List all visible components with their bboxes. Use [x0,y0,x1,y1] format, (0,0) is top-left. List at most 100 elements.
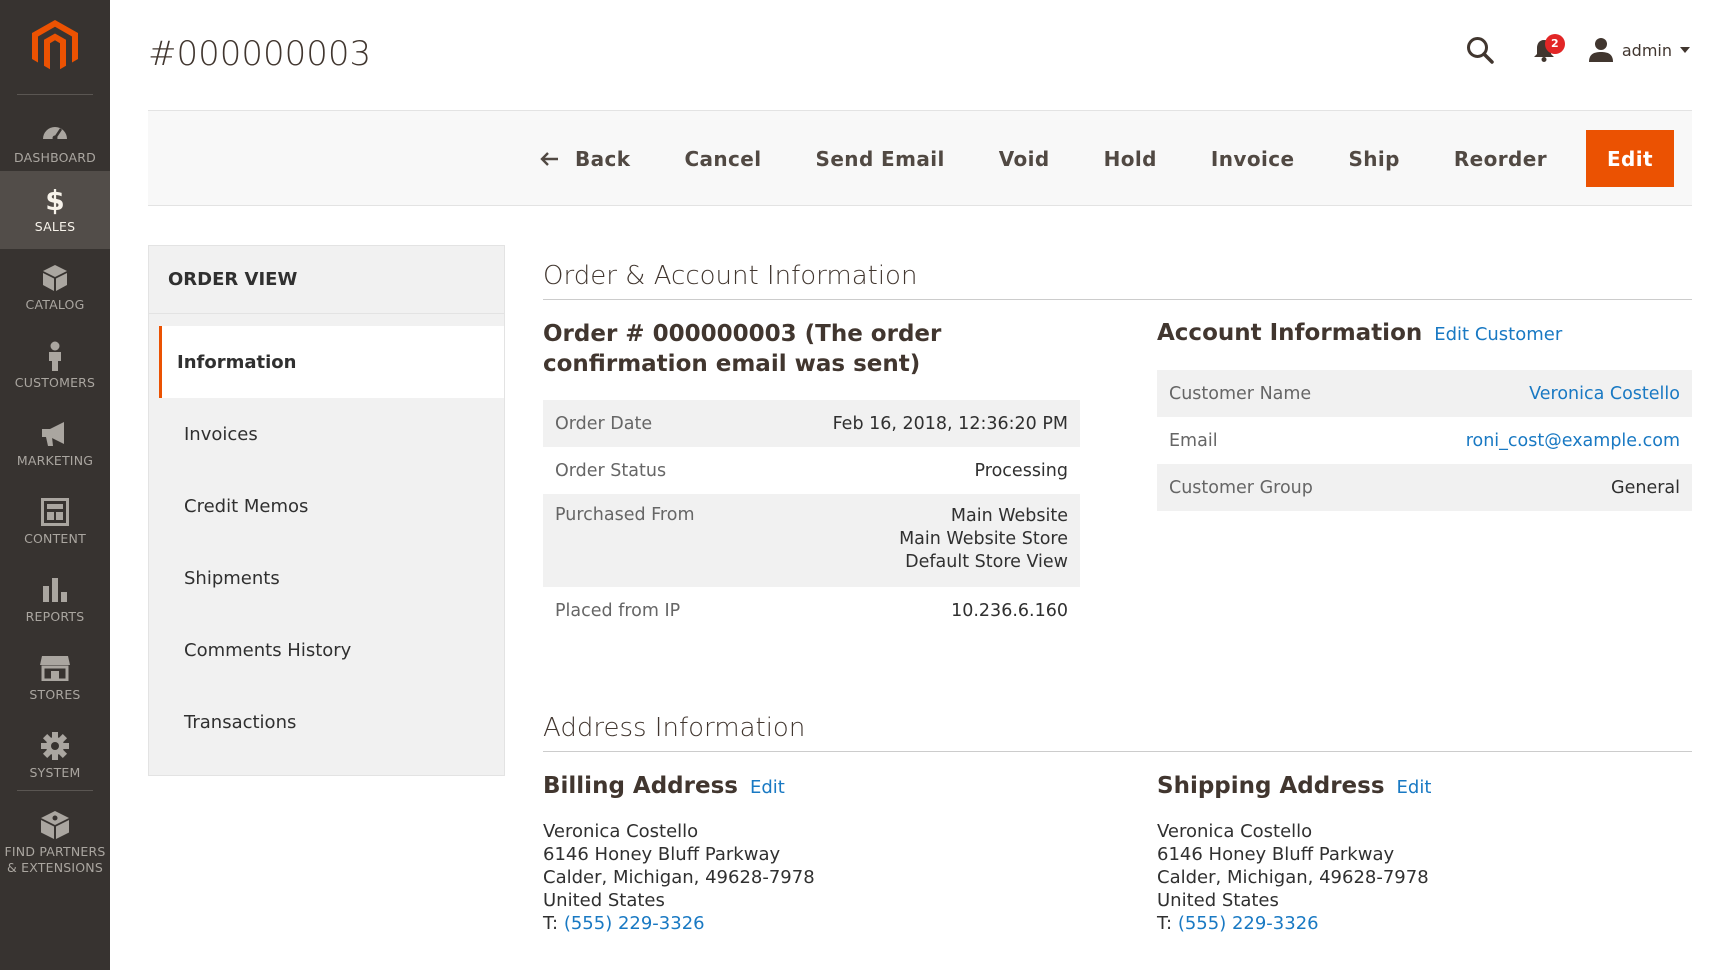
magento-logo-icon [32,20,78,70]
shipping-phone-link[interactable]: (555) 229-3326 [1178,913,1319,934]
storefront-icon [39,653,71,683]
dashboard-icon [40,116,70,146]
order-account-section-title: Order & Account Information [543,261,918,291]
invoice-button[interactable]: Invoice [1184,130,1322,187]
placed-ip-label: Placed from IP [555,600,681,621]
nav-label: CATALOG [25,297,85,312]
customer-group-value: General [1378,464,1692,511]
billing-street: 6146 Honey Bluff Parkway [543,844,781,865]
shipping-street: 6146 Honey Bluff Parkway [1157,844,1395,865]
notifications-button[interactable]: 2 [1524,30,1565,70]
hold-button[interactable]: Hold [1077,130,1184,187]
customer-name-label: Customer Name [1157,370,1379,417]
order-view-tabs: ORDER VIEW Information Invoices Credit M… [148,245,505,776]
purchased-from-store-view: Default Store View [905,552,1068,572]
magento-logo[interactable] [0,0,110,92]
nav-label: DASHBOARD [14,150,96,165]
tab-invoices[interactable]: Invoices [159,398,504,470]
nav-item-sales[interactable]: $ SALES [0,171,110,249]
edit-customer-link[interactable]: Edit Customer [1434,324,1562,345]
billing-address-title: Billing Address [543,773,738,799]
tabs-title: ORDER VIEW [149,246,504,314]
notification-count-badge: 2 [1544,34,1565,54]
edit-billing-address-link[interactable]: Edit [750,777,785,798]
gear-icon [40,731,70,761]
order-status-row: Order Status Processing [543,447,1080,494]
shipping-country: United States [1157,890,1279,911]
nav-label: CUSTOMERS [14,375,96,390]
ship-button[interactable]: Ship [1321,130,1426,187]
edit-order-button[interactable]: Edit [1586,130,1674,187]
order-heading: Order # 000000003 (The order confirmatio… [543,321,942,377]
section-divider [543,751,1692,752]
customer-group-label: Customer Group [1157,464,1379,511]
tab-information[interactable]: Information [159,326,504,398]
shipping-address-title: Shipping Address [1157,773,1385,799]
billing-phone-link[interactable]: (555) 229-3326 [564,913,705,934]
chevron-down-icon [1680,47,1690,53]
nav-item-customers[interactable]: CUSTOMERS [0,327,110,405]
nav-label: SYSTEM [29,765,81,780]
send-email-button[interactable]: Send Email [789,130,972,187]
nav-label: REPORTS [25,609,85,624]
user-menu[interactable]: admin [1588,37,1690,63]
shipping-address: Veronica Costello 6146 Honey Bluff Parkw… [1157,820,1429,935]
nav-item-reports[interactable]: REPORTS [0,561,110,639]
search-icon[interactable] [1460,30,1500,70]
action-buttons: Back Cancel Send Email Void Hold Invoice… [539,130,1674,187]
dollar-icon: $ [45,183,65,217]
customer-name-link[interactable]: Veronica Costello [1529,384,1680,404]
nav-item-find-partners[interactable]: FIND PARTNERS & EXTENSIONS [0,798,110,888]
admin-sidebar: DASHBOARD $ SALES CATALOG CUSTOMERS MARK… [0,0,110,970]
arrow-left-icon [539,151,559,167]
order-status-label: Order Status [555,460,667,481]
void-button[interactable]: Void [972,130,1077,187]
nav-label: STORES [29,687,81,702]
shipping-phone-prefix: T: [1157,913,1173,934]
bar-chart-icon [41,575,69,605]
tab-credit-memos[interactable]: Credit Memos [159,470,504,542]
shipping-address-heading: Shipping Address Edit [1157,773,1431,799]
order-date-label: Order Date [543,400,751,447]
tab-comments-history[interactable]: Comments History [159,614,504,686]
nav-item-stores[interactable]: STORES [0,639,110,717]
purchased-from-row: Purchased From Main Website Main Website… [543,494,1080,587]
back-button[interactable]: Back [539,130,658,187]
customer-email-label: Email [1169,430,1218,451]
nav-item-system[interactable]: SYSTEM [0,717,110,795]
nav-item-catalog[interactable]: CATALOG [0,249,110,327]
cancel-button[interactable]: Cancel [657,130,788,187]
back-label: Back [574,146,631,171]
nav-item-content[interactable]: CONTENT [0,483,110,561]
page-title: #000000003 [148,34,372,74]
purchased-from-store: Main Website Store [899,529,1068,549]
account-info-title: Account Information [1157,320,1423,346]
billing-address: Veronica Costello 6146 Honey Bluff Parkw… [543,820,815,935]
nav-item-dashboard[interactable]: DASHBOARD [0,102,110,180]
page-actions-bar: Back Cancel Send Email Void Hold Invoice… [148,110,1692,206]
nav-item-marketing[interactable]: MARKETING [0,405,110,483]
person-icon [46,341,64,371]
sidebar-divider [17,94,93,95]
section-divider [543,299,1692,300]
order-status-value: Processing [974,460,1068,481]
layout-icon [41,497,69,527]
customer-name-row: Customer Name Veronica Costello [1157,370,1692,417]
extensions-icon [40,810,70,840]
tab-shipments[interactable]: Shipments [159,542,504,614]
cube-icon [42,263,68,293]
megaphone-icon [40,419,70,449]
account-info-table: Customer Name Veronica Costello Email ro… [1157,370,1692,511]
purchased-from-value: Main Website Main Website Store Default … [750,494,1080,587]
billing-phone-line: T: (555) 229-3326 [543,912,815,935]
billing-phone-prefix: T: [543,913,559,934]
billing-city: Calder, Michigan, 49628-7978 [543,867,815,888]
billing-country: United States [543,890,665,911]
nav-label: CONTENT [24,531,86,546]
shipping-city: Calder, Michigan, 49628-7978 [1157,867,1429,888]
tab-transactions[interactable]: Transactions [159,686,504,758]
customer-email-link[interactable]: roni_cost@example.com [1466,431,1680,451]
edit-shipping-address-link[interactable]: Edit [1397,777,1432,798]
order-date-value: Feb 16, 2018, 12:36:20 PM [750,400,1080,447]
reorder-button[interactable]: Reorder [1427,130,1574,187]
